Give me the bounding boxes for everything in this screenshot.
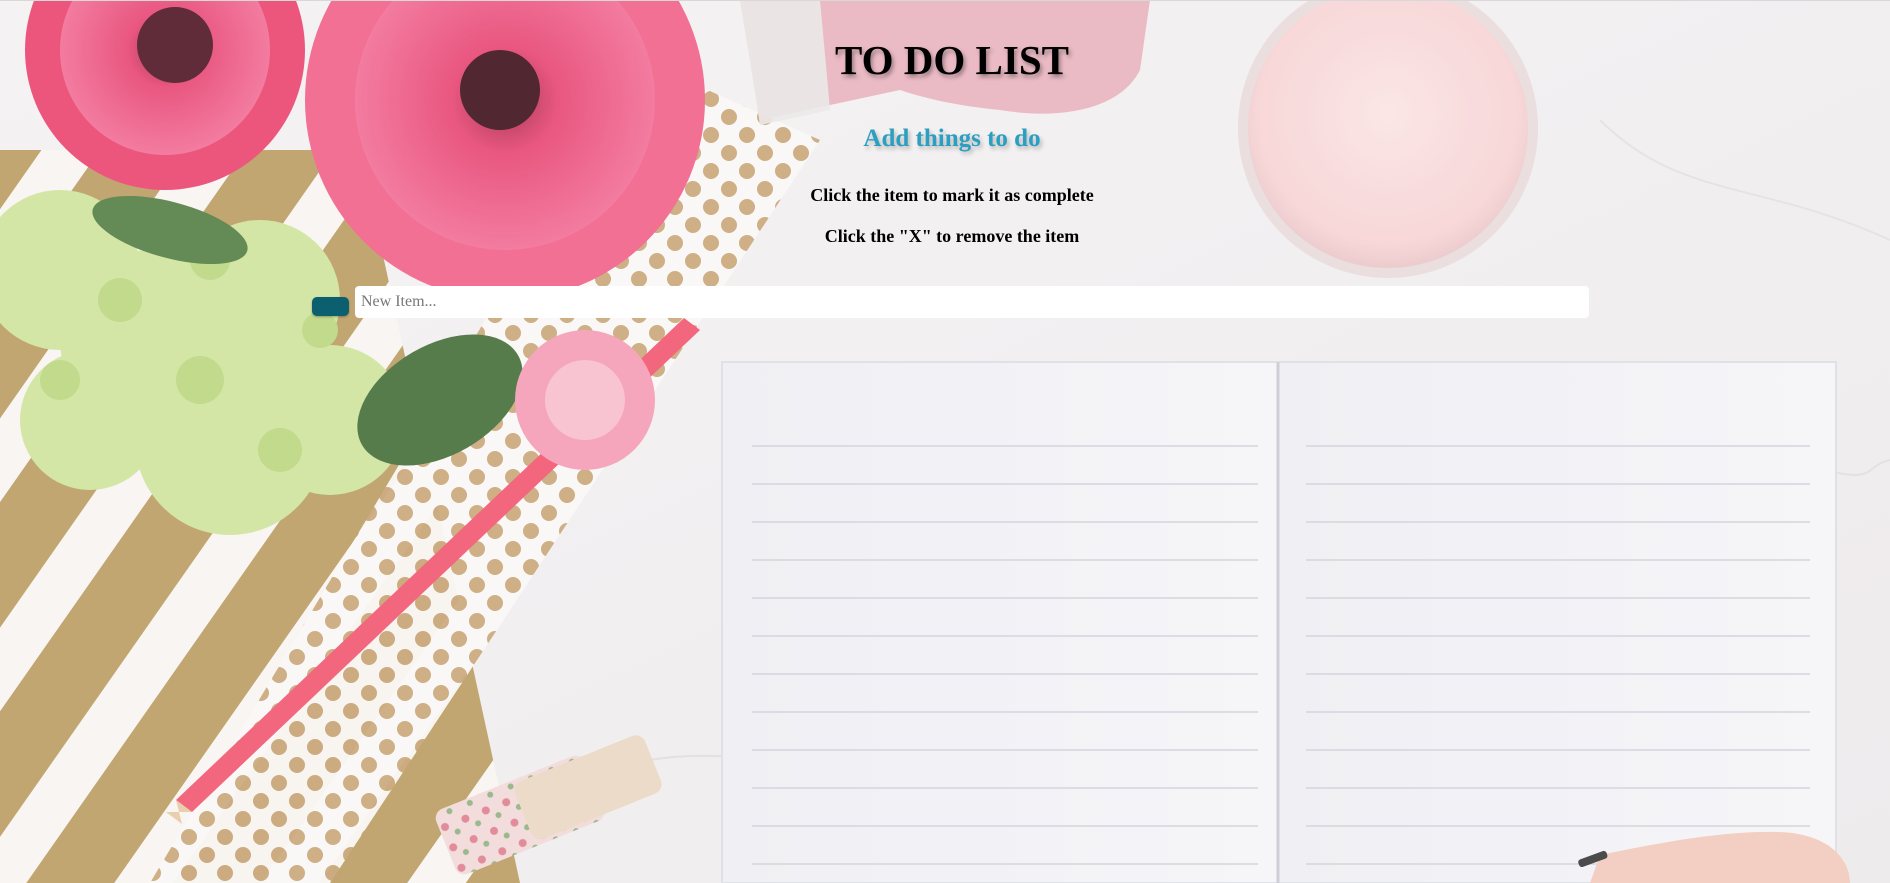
page-subtitle: Add things to do [863, 125, 1041, 152]
instruction-remove: Click the "X" to remove the item [824, 226, 1080, 246]
top-divider [0, 0, 1890, 1]
instruction-complete: Click the item to mark it as complete [810, 185, 1094, 205]
todo-page: TO DO LIST Add things to do Click the it… [0, 0, 1890, 883]
new-item-input[interactable] [355, 286, 1589, 318]
add-item-button[interactable] [312, 297, 349, 316]
page-title: TO DO LIST [835, 37, 1069, 83]
